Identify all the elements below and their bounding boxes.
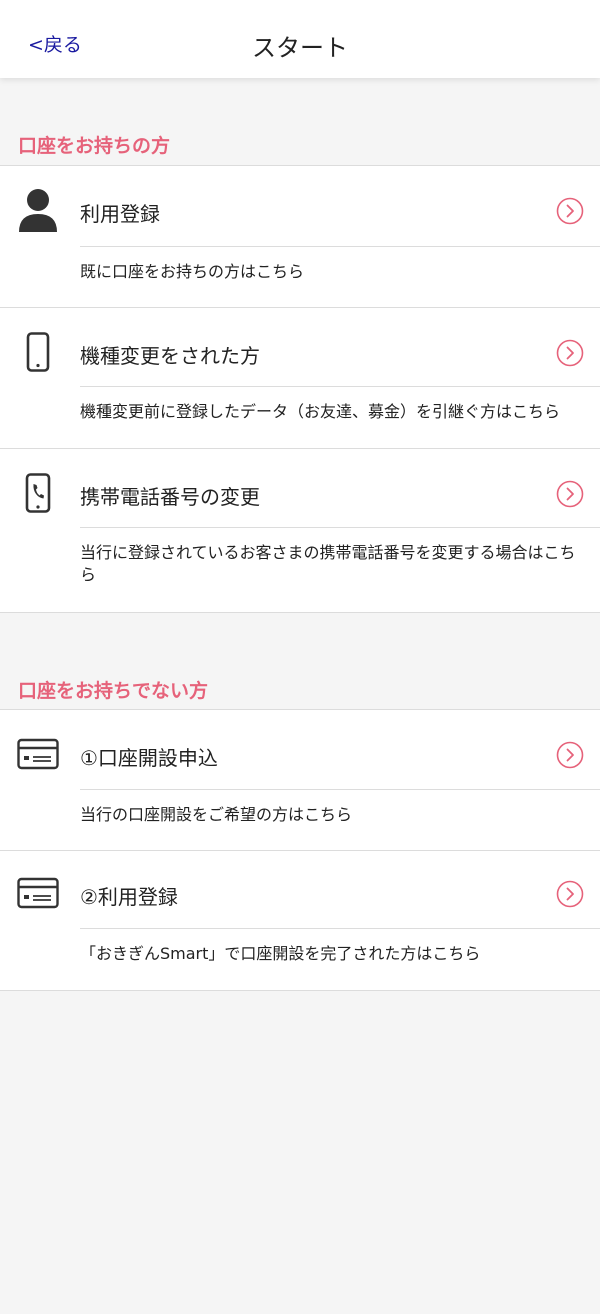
card-icon [16,732,60,776]
menu-item-title: 利用登録 [80,202,160,226]
section-title-account-holders: 口座をお持ちの方 [18,135,171,157]
item-divider [80,386,600,387]
menu-item-description: 当行に登録されているお客さまの携帯電話番号を変更する場合はこちら [80,543,576,584]
menu-item-description: 当行の口座開設をご希望の方はこちら [80,805,353,824]
card-icon [16,871,60,915]
menu-item-smart-registration[interactable]: ②利用登録 「おきぎんSmart」で口座開設を完了された方はこちら [0,851,600,991]
menu-item-account-opening[interactable]: ①口座開設申込 当行の口座開設をご希望の方はこちら [0,709,600,851]
person-icon [16,188,60,232]
smartphone-icon [16,330,60,374]
menu-item-description: 機種変更前に登録したデータ（お友達、募金）を引継ぐ方はこちら [80,402,561,421]
chevron-right-icon [556,197,584,225]
section-title-non-account-holders: 口座をお持ちでない方 [18,680,209,702]
item-divider [80,928,600,929]
menu-item-description: 「おきぎんSmart」で口座開設を完了された方はこちら [80,944,481,963]
chevron-right-icon [556,339,584,367]
menu-item-description: 既に口座をお持ちの方はこちら [80,262,305,281]
phone-call-icon [16,471,60,515]
chevron-right-icon [556,480,584,508]
menu-item-title: ②利用登録 [80,885,178,909]
item-divider [80,789,600,790]
menu-item-device-change[interactable]: 機種変更をされた方 機種変更前に登録したデータ（お友達、募金）を引継ぐ方はこちら [0,308,600,449]
menu-item-title: 機種変更をされた方 [80,344,260,368]
menu-item-phone-number-change[interactable]: 携帯電話番号の変更 当行に登録されているお客さまの携帯電話番号を変更する場合はこ… [0,449,600,613]
item-divider [80,246,600,247]
menu-item-title: ①口座開設申込 [80,746,218,770]
chevron-right-icon [556,880,584,908]
chevron-right-icon [556,741,584,769]
item-divider [80,527,600,528]
header-bar: <戻る スタート [0,0,600,78]
page-title: スタート [252,34,348,62]
menu-item-registration[interactable]: 利用登録 既に口座をお持ちの方はこちら [0,165,600,308]
menu-item-title: 携帯電話番号の変更 [80,485,260,509]
